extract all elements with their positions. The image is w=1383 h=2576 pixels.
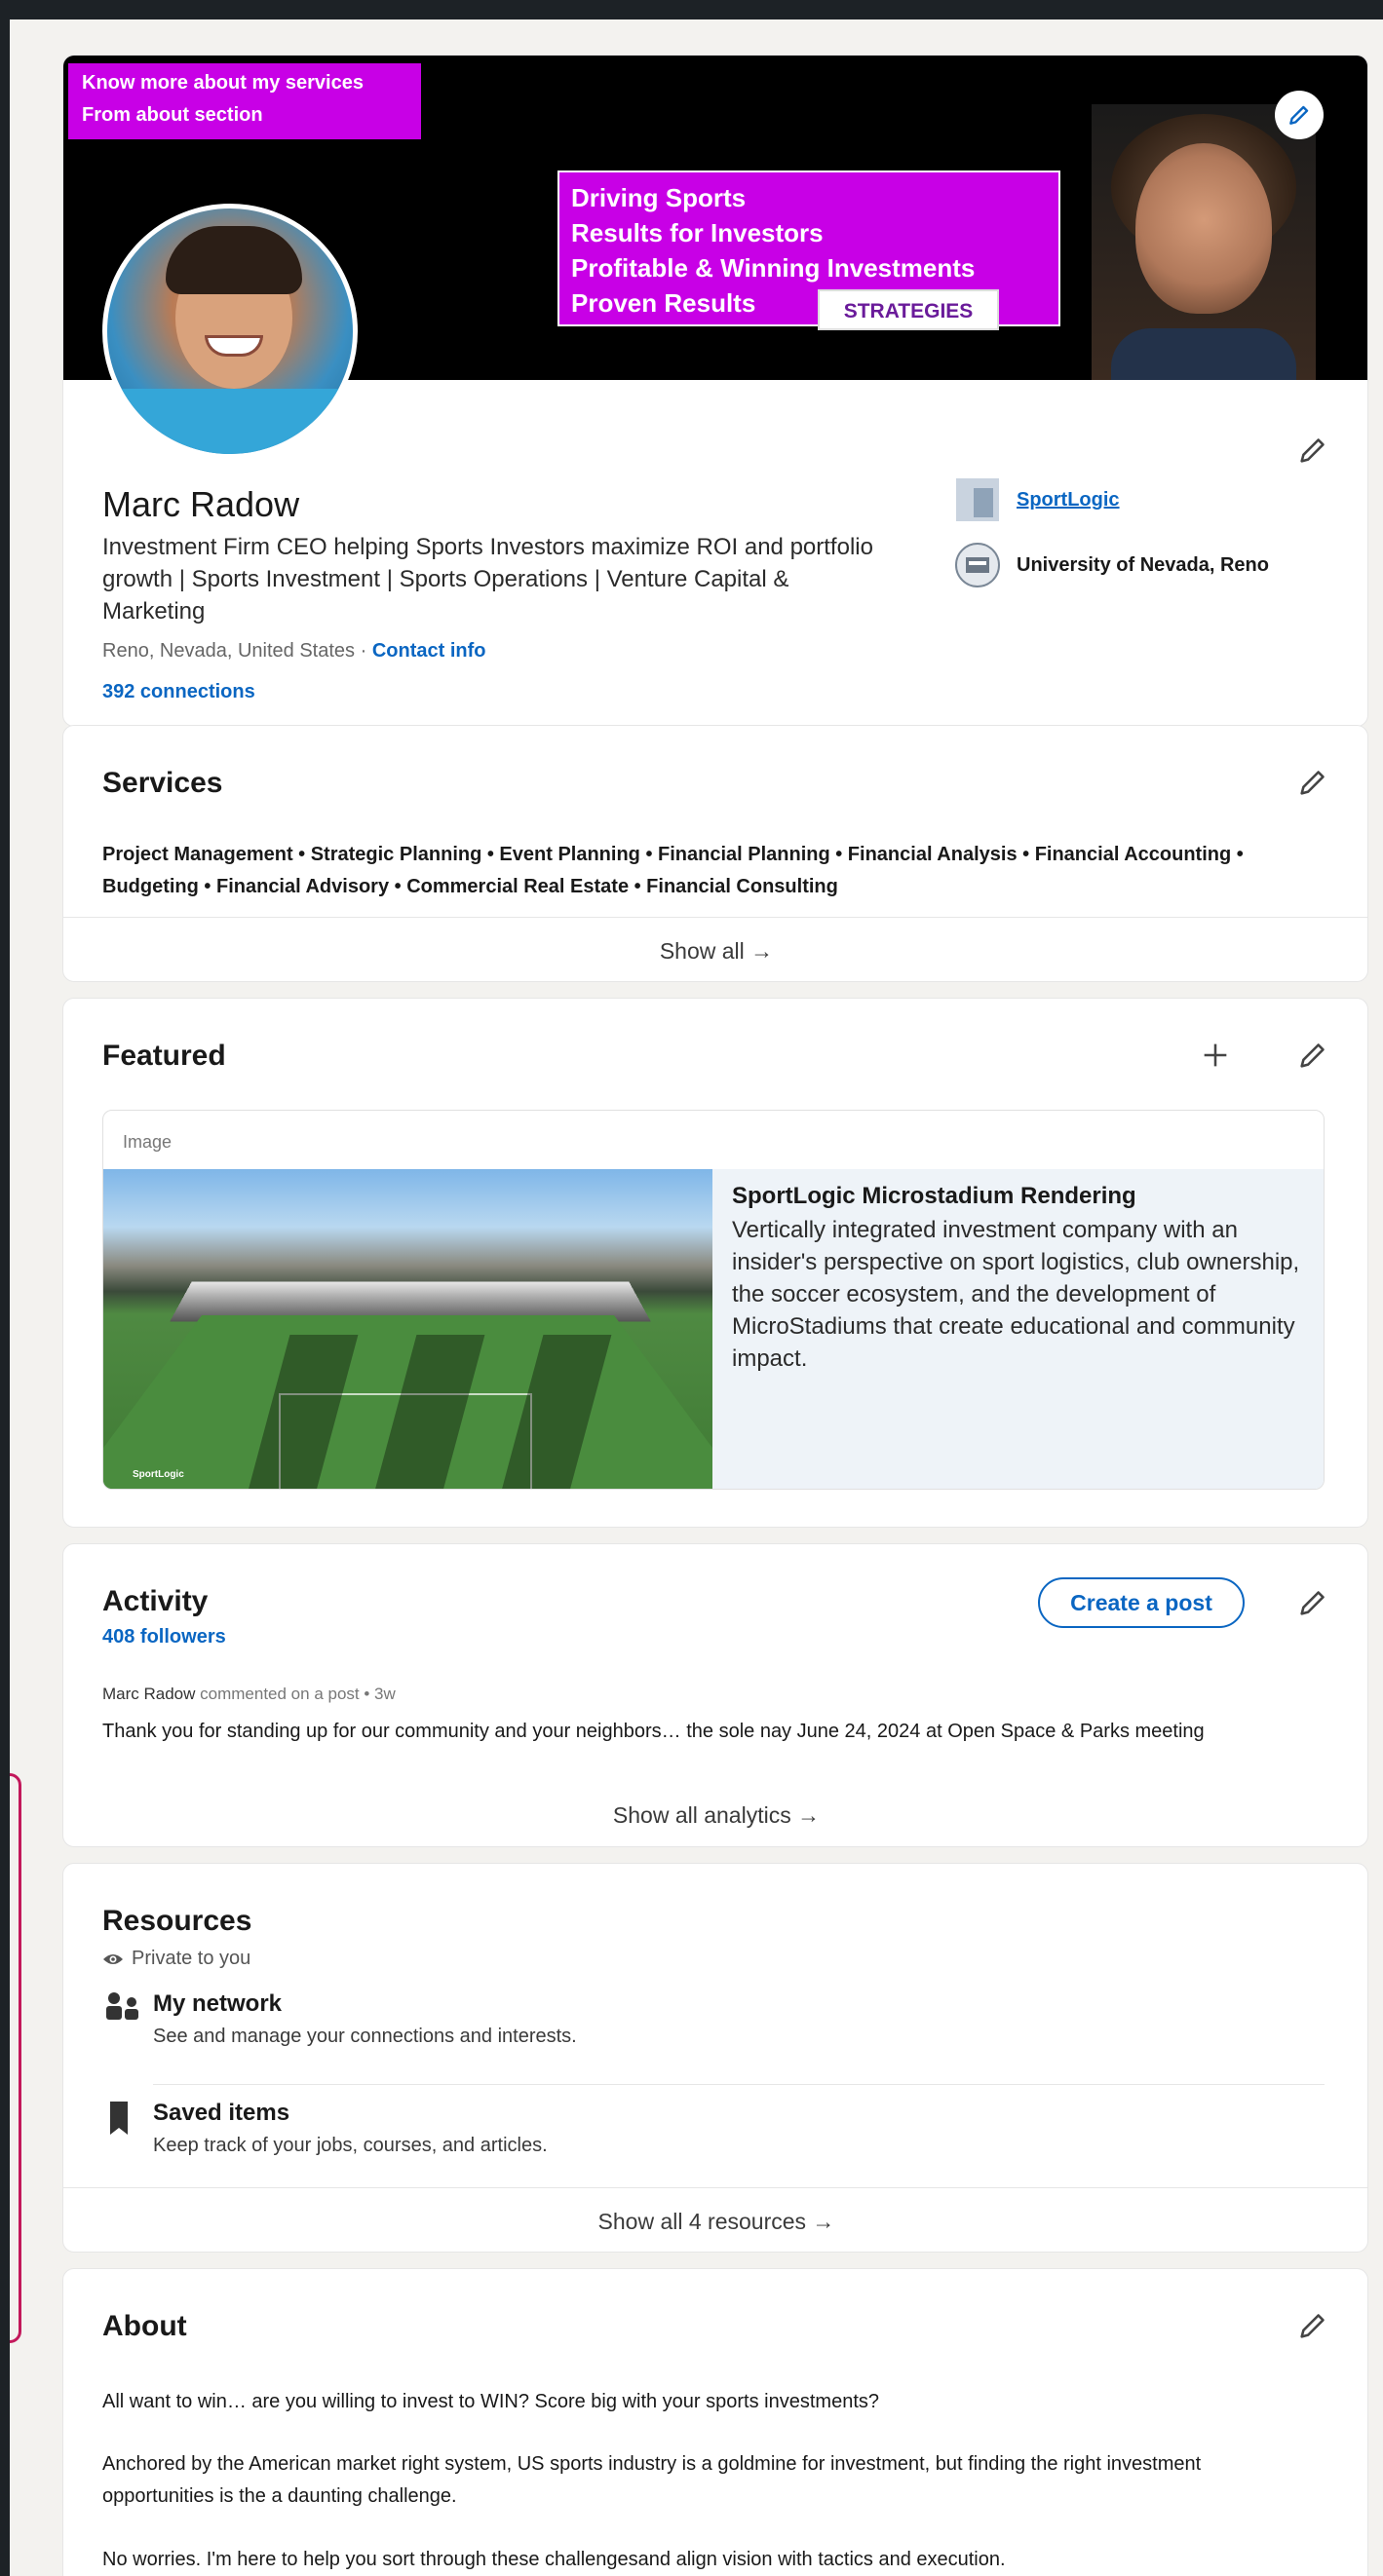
banner-tag: Know more about my services From about s… — [68, 63, 421, 139]
school-row[interactable]: University of Nevada, Reno — [952, 540, 1269, 590]
featured-card: Featured Image SportLogic SportLogic Mic… — [62, 998, 1368, 1528]
company-link[interactable]: SportLogic — [1017, 489, 1120, 511]
avatar-hair — [166, 226, 302, 294]
resources-card: Resources Private to you My network See … — [62, 1863, 1368, 2253]
pencil-icon — [1300, 771, 1325, 795]
services-list: Project Management • Strategic Planning … — [102, 844, 1244, 897]
profile-location: Reno, Nevada, United States — [102, 640, 356, 662]
featured-item-desc: Vertically integrated investment company… — [732, 1217, 1300, 1372]
resources-title: Resources — [102, 1905, 252, 1937]
about-title: About — [102, 2310, 187, 2342]
services-show-all-button[interactable]: Show all → — [63, 917, 1367, 981]
resource-title: Saved items — [153, 2100, 290, 2126]
featured-item-type: Image — [123, 1132, 173, 1152]
top-bar — [0, 0, 1383, 19]
followers-count[interactable]: 408 followers — [102, 1626, 226, 1648]
profile-location-line: Reno, Nevada, United States · Contact in… — [102, 640, 485, 663]
side-accent-bar — [10, 1773, 21, 2343]
portrait-face — [1135, 143, 1272, 314]
resources-show-all-button[interactable]: Show all 4 resources → — [63, 2187, 1367, 2252]
resource-title: My network — [153, 1990, 283, 2017]
pencil-icon — [1300, 438, 1325, 463]
plus-icon — [1204, 1043, 1227, 1067]
services-title: Services — [102, 767, 223, 799]
privacy-text: Private to you — [132, 1948, 251, 1969]
resource-desc: Keep track of your jobs, courses, and ar… — [153, 2135, 548, 2156]
bookmark-icon — [110, 2102, 128, 2135]
profile-name: Marc Radow — [102, 484, 300, 524]
resource-desc: See and manage your connections and inte… — [153, 2026, 577, 2047]
privacy-line: Private to you — [102, 1948, 250, 1970]
about-paragraph: No worries. I'm here to help you sort th… — [102, 2549, 1006, 2570]
company-row[interactable]: SportLogic — [952, 474, 1120, 525]
banner-strategies-badge: STRATEGIES — [818, 289, 999, 330]
activity-card: Activity 408 followers Create a post Mar… — [62, 1543, 1368, 1847]
featured-info: SportLogic Microstadium Rendering Vertic… — [712, 1169, 1324, 1489]
banner-slogan-line: Driving Sports — [571, 183, 747, 212]
edit-intro-button[interactable] — [1293, 431, 1332, 470]
profile-avatar[interactable] — [102, 204, 358, 459]
image-brand: SportLogic — [133, 1469, 184, 1480]
edit-activity-button[interactable] — [1293, 1583, 1332, 1622]
pencil-icon — [1289, 105, 1309, 125]
featured-item-title: SportLogic Microstadium Rendering — [732, 1183, 1136, 1209]
contact-info-link[interactable]: Contact info — [372, 640, 486, 662]
profile-headline: Investment Firm CEO helping Sports Inves… — [102, 534, 873, 625]
activity-title: Activity — [102, 1585, 209, 1617]
pencil-icon — [1300, 2314, 1325, 2338]
resource-item-saved-items[interactable]: Saved items Keep track of your jobs, cou… — [102, 2100, 548, 2157]
pencil-icon — [1300, 1043, 1325, 1068]
edit-about-button[interactable] — [1293, 2306, 1332, 2345]
resource-item-my-network[interactable]: My network See and manage your connectio… — [102, 1990, 577, 2048]
people-icon — [106, 1992, 138, 2020]
create-post-button[interactable]: Create a post — [1038, 1577, 1245, 1628]
portrait-shirt — [1111, 328, 1296, 380]
banner-slogan-line: Profitable & Winning Investments — [571, 253, 976, 283]
featured-item[interactable]: Image SportLogic SportLogic Microstadium… — [102, 1110, 1325, 1490]
profile-card: Know more about my services From about s… — [62, 55, 1368, 727]
services-card: Services Project Management • Strategic … — [62, 725, 1368, 982]
resource-text: My network See and manage your connectio… — [153, 1990, 577, 2048]
post-meta: commented on a post • 3w — [195, 1685, 396, 1703]
banner-portrait-photo — [1092, 104, 1316, 380]
company-logo-icon — [956, 478, 999, 521]
avatar-shirt — [107, 389, 353, 454]
about-card: About All want to win… are you willing t… — [62, 2268, 1368, 2576]
location-separator: · — [355, 640, 372, 662]
post-author[interactable]: Marc Radow — [102, 1685, 195, 1703]
featured-title: Featured — [102, 1040, 226, 1072]
school-logo-icon — [955, 543, 1000, 587]
eye-icon — [103, 1953, 123, 1964]
banner-tag-line: From about section — [82, 104, 263, 126]
about-paragraph: All want to win… are you willing to inve… — [102, 2391, 879, 2412]
featured-stadium-image: SportLogic — [103, 1169, 712, 1489]
school-name: University of Nevada, Reno — [1017, 553, 1269, 576]
edit-banner-button[interactable] — [1275, 91, 1324, 139]
add-featured-button[interactable] — [1196, 1036, 1235, 1075]
about-paragraph: Anchored by the American market right sy… — [102, 2453, 1202, 2507]
resource-text: Saved items Keep track of your jobs, cou… — [153, 2100, 548, 2157]
edit-services-button[interactable] — [1293, 763, 1332, 802]
banner-slogan-line: Results for Investors — [571, 218, 824, 247]
post-text[interactable]: Thank you for standing up for our commun… — [102, 1716, 1301, 1748]
profile-page: Know more about my services From about s… — [10, 19, 1383, 2576]
activity-show-all-button[interactable]: Show all analytics → — [63, 1782, 1367, 1846]
banner-tag-line: Know more about my services — [82, 72, 364, 94]
resource-divider — [153, 2084, 1325, 2085]
edit-featured-button[interactable] — [1293, 1036, 1332, 1075]
connections-link[interactable]: 392 connections — [102, 681, 255, 703]
post-meta-line: Marc Radow commented on a post • 3w — [102, 1685, 396, 1704]
pencil-icon — [1300, 1591, 1325, 1615]
